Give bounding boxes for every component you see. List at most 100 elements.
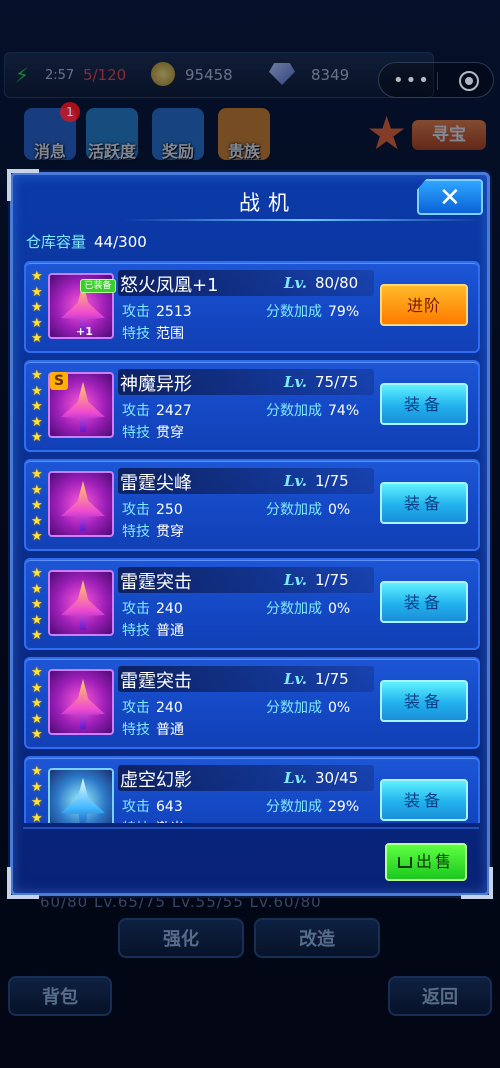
fighter-name: 虚空幻影 [120, 770, 192, 791]
fighter-card[interactable]: ★ ★ ★ ★ ★ 雷霆突击 Lv. 1/75 攻击 240 分数加成 0% 特技 普通 装备 [24, 657, 480, 749]
bonus-label: 分数加成 [266, 403, 322, 419]
star-rating: ★ ★ ★ ★ ★ [31, 269, 45, 347]
star-icon: ★ [31, 779, 43, 795]
star-icon: ★ [31, 399, 43, 414]
fighter-name: 神魔异形 [120, 374, 192, 395]
fighter-list[interactable]: ★ ★ ★ ★ ★ 已装备 +1 怒火凤凰+1 Lv. 80/80 攻击 2513 分数加成 7… [24, 261, 480, 823]
star-icon: ★ [31, 665, 43, 680]
star-icon: ★ [31, 315, 43, 331]
score-bonus-stat: 分数加成 0% [266, 499, 350, 519]
score-bonus-stat: 分数加成 79% [266, 301, 359, 321]
sell-button[interactable]: 出售 [385, 843, 467, 881]
level-label: Lv. [284, 274, 307, 292]
rank-s-tag: S [50, 372, 68, 390]
fighter-thumbnail[interactable] [48, 669, 114, 735]
fighter-card[interactable]: ★ ★ ★ ★ ★ 已装备 +1 怒火凤凰+1 Lv. 80/80 攻击 2513 分数加成 7… [24, 261, 480, 353]
skill-value: 贯穿 [156, 425, 184, 441]
fighter-jet-icon [61, 382, 105, 432]
attack-value: 250 [156, 502, 183, 518]
attack-value: 240 [156, 700, 183, 716]
skill-stat: 特技 范围 [122, 323, 184, 343]
fighter-thumbnail[interactable]: 已装备 +1 [48, 273, 116, 339]
backpack-button[interactable]: 背包 [8, 976, 112, 1016]
fighter-card[interactable]: ★ ★ ★ ★ ★ 雷霆突击 Lv. 1/75 攻击 240 分数加成 0% 特技 普通 装备 [24, 558, 480, 650]
star-icon: ★ [31, 680, 43, 696]
treasure-button[interactable]: ★ 寻宝 [360, 110, 490, 160]
back-button[interactable]: 返回 [388, 976, 492, 1016]
skill-value: 贯穿 [156, 524, 184, 540]
level-value: 80/80 [314, 274, 359, 292]
star-icon: ★ [31, 300, 43, 315]
level-label: Lv. [284, 769, 307, 787]
star-icon: ★ [31, 284, 43, 300]
skill-value: 激光 [156, 821, 184, 823]
level-value: 1/75 [314, 472, 349, 490]
fighter-card[interactable]: ★★★★ 虚空幻影 Lv.30/45 攻击643 分数加成29% 特技激光 装备 [24, 756, 480, 823]
fighter-card[interactable]: ★ ★ ★ ★ ★ S 神魔异形 Lv. 75/75 攻击 2427 分数加成 74% 特技贯… [24, 360, 480, 452]
skill-stat: 特技 普通 [122, 719, 184, 739]
skill-stat: 特技 贯穿 [122, 422, 184, 442]
equip-button[interactable]: 装备 [380, 581, 468, 623]
star-icon: ★ [31, 810, 43, 824]
fighter-name: 怒火凤凰+1 [120, 275, 219, 296]
gem-icon [269, 63, 295, 85]
fighter-level: Lv. 75/75 [284, 373, 358, 391]
star-icon: ★ [31, 498, 43, 513]
close-target-icon[interactable] [459, 71, 479, 91]
fighter-thumbnail[interactable] [48, 768, 114, 823]
score-bonus-stat: 分数加成 0% [266, 697, 350, 717]
star-icon: ★ [31, 581, 43, 597]
skill-stat: 特技 激光 [122, 818, 184, 823]
star-rating: ★ ★ ★ ★ ★ [31, 665, 45, 743]
fighter-thumbnail[interactable] [48, 471, 114, 537]
attack-value: 643 [156, 799, 183, 815]
skill-label: 特技 [122, 722, 150, 738]
bonus-value: 74% [328, 403, 360, 419]
fighter-thumbnail[interactable] [48, 570, 114, 636]
equip-button[interactable]: 装备 [380, 680, 468, 722]
fighter-card[interactable]: ★ ★ ★ ★ ★ 雷霆尖峰 Lv. 1/75 攻击 250 分数加成 0% 特技 贯穿 装备 [24, 459, 480, 551]
level-value: 1/75 [314, 670, 349, 688]
level-label: Lv. [284, 670, 307, 688]
close-button[interactable]: ✕ [417, 179, 483, 215]
background-level-strip: 60/80 Lv.65/75 Lv.55/55 Lv.60/80 [40, 893, 322, 911]
capsule-divider [437, 72, 438, 90]
bonus-label: 分数加成 [266, 502, 322, 518]
bonus-value: 0% [328, 700, 351, 716]
modify-button[interactable]: 改造 [254, 918, 380, 958]
strengthen-button[interactable]: 强化 [118, 918, 244, 958]
star-icon: ★ [31, 628, 43, 643]
skill-stat: 特技 贯穿 [122, 521, 184, 541]
bonus-value: 29% [328, 799, 360, 815]
star-icon: ★ [31, 430, 43, 445]
star-icon: ★ [31, 467, 43, 482]
star-icon: ★ [366, 106, 408, 160]
star-rating: ★ ★ ★ ★ ★ [31, 467, 45, 545]
score-bonus-stat: 分数加成 29% [266, 796, 359, 816]
skill-label: 特技 [122, 623, 150, 639]
menu-label-activity: 活跃度 [87, 142, 136, 161]
treasure-label: 寻宝 [412, 120, 486, 150]
fighter-level: Lv. 30/45 [284, 769, 358, 787]
score-bonus-stat: 分数加成 0% [266, 598, 350, 618]
equip-button[interactable]: 装备 [380, 383, 468, 425]
fighter-name: 雷霆突击 [120, 671, 192, 692]
gem-amount: 8349 [311, 66, 350, 84]
fighter-name: 雷霆尖峰 [120, 473, 192, 494]
menu-label-noble: 贵族 [227, 142, 260, 161]
equip-button[interactable]: 装备 [380, 779, 468, 821]
fighter-thumbnail[interactable]: S [48, 372, 114, 438]
attack-label: 攻击 [122, 601, 150, 617]
attack-stat: 攻击 240 [122, 598, 183, 618]
more-icon[interactable]: ••• [393, 70, 431, 91]
star-icon: ★ [31, 482, 43, 498]
fighter-name: 雷霆突击 [120, 572, 192, 593]
bonus-value: 0% [328, 601, 351, 617]
panel-corner [7, 867, 39, 899]
attack-stat: 攻击 643 [122, 796, 183, 816]
star-icon: ★ [31, 764, 43, 779]
star-icon: ★ [31, 711, 43, 727]
upgrade-button[interactable]: 进阶 [380, 284, 468, 326]
equip-button[interactable]: 装备 [380, 482, 468, 524]
fighter-panel: 战机 ✕ 仓库容量 44/300 ★ ★ ★ ★ ★ 已装备 +1 怒火凤凰+1 Lv. 80… [7, 169, 493, 899]
